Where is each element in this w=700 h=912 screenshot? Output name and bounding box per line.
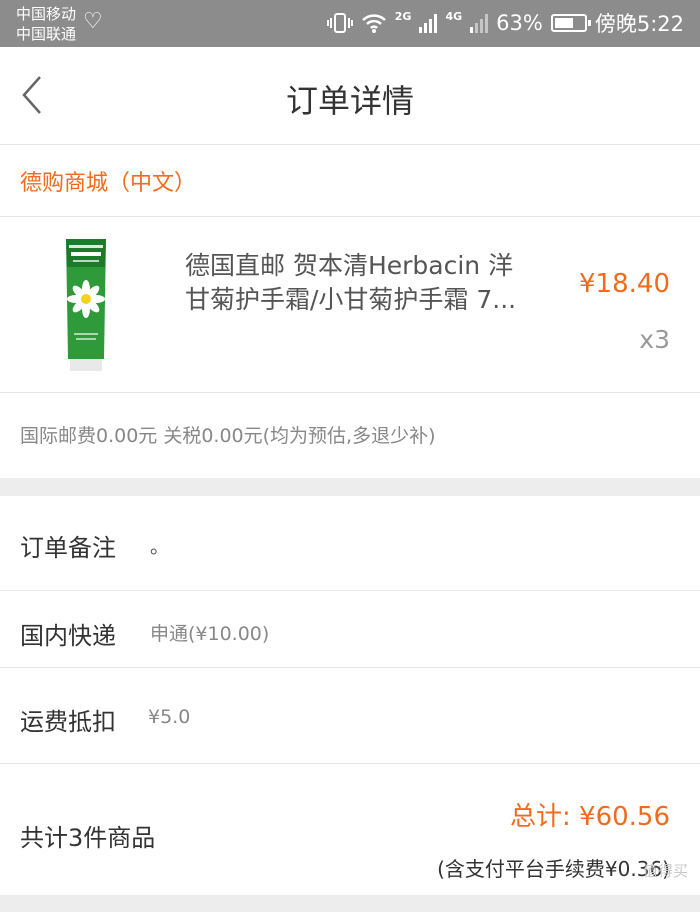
product-name-line1: 德国直邮 贺本清Herbacin 洋	[185, 251, 514, 280]
battery-icon	[550, 14, 591, 32]
section-divider	[0, 478, 700, 496]
domestic-delivery-row[interactable]: 国内快递 申通(¥10.00)	[0, 591, 700, 668]
deduction-label: 运费抵扣	[20, 708, 116, 736]
delivery-value: 申通(¥10.00)	[150, 623, 270, 645]
clock: 傍晚5:22	[594, 12, 684, 36]
product-image	[66, 239, 106, 371]
page-title: 订单详情	[285, 82, 414, 120]
payment-fee-note: (含支付平台手续费¥0.36)	[437, 857, 670, 881]
signal-icon	[419, 13, 438, 33]
remark-label: 订单备注	[20, 534, 116, 562]
wifi-icon	[361, 14, 386, 33]
network-type-2g: 2G	[394, 10, 412, 23]
remark-value: 。	[150, 536, 170, 558]
product-name-line2: 甘菊护手霜/小甘菊护手霜 7...	[185, 285, 517, 314]
deduction-value: ¥5.0	[148, 706, 191, 728]
fee-note-text: 国际邮费0.00元 关税0.00元(均为预估,多退少补)	[20, 425, 436, 447]
watermark: 值得买	[642, 862, 688, 880]
item-count-label: 共计3件商品	[20, 824, 156, 852]
order-summary: 共计3件商品 总计: ¥60.56 (含支付平台手续费¥0.36)	[0, 764, 700, 895]
shipping-tax-note: 国际邮费0.00元 关税0.00元(均为预估,多退少补)	[0, 393, 700, 478]
total-amount: 总计: ¥60.56	[510, 802, 670, 832]
product-name: 德国直邮 贺本清Herbacin 洋 甘菊护手霜/小甘菊护手霜 7...	[185, 249, 565, 317]
carrier-2: 中国联通	[16, 25, 77, 43]
shipping-deduction-row[interactable]: 运费抵扣 ¥5.0	[0, 668, 700, 764]
delivery-label: 国内快递	[20, 622, 116, 650]
carrier-names: 中国移动 中国联通	[16, 4, 76, 44]
summary-totals: 总计: ¥60.56 (含支付平台手续费¥0.36)	[437, 796, 670, 882]
vibrate-icon	[326, 13, 353, 33]
health-heart-icon: ♡	[83, 9, 103, 34]
order-remark-row[interactable]: 订单备注 。	[0, 496, 700, 591]
status-icons: 2G 4G 63% 傍晚5:22	[326, 8, 684, 38]
battery-percent: 63%	[496, 11, 543, 35]
network-type-4g: 4G	[445, 10, 463, 23]
signal-icon-2	[470, 13, 489, 33]
shop-name: 德购商城（中文）	[20, 171, 197, 196]
status-bar: 中国移动 中国联通 ♡ 2G 4G 63% 傍晚5:22	[0, 0, 700, 47]
bottom-divider	[0, 895, 700, 912]
product-price: ¥18.40	[579, 269, 670, 299]
product-quantity: x3	[639, 325, 670, 354]
page-header: 订单详情	[0, 47, 700, 145]
product-item[interactable]: 德国直邮 贺本清Herbacin 洋 甘菊护手霜/小甘菊护手霜 7... ¥18…	[0, 217, 700, 393]
carrier-1: 中国移动	[16, 5, 77, 23]
shop-row[interactable]: 德购商城（中文）	[0, 145, 700, 217]
